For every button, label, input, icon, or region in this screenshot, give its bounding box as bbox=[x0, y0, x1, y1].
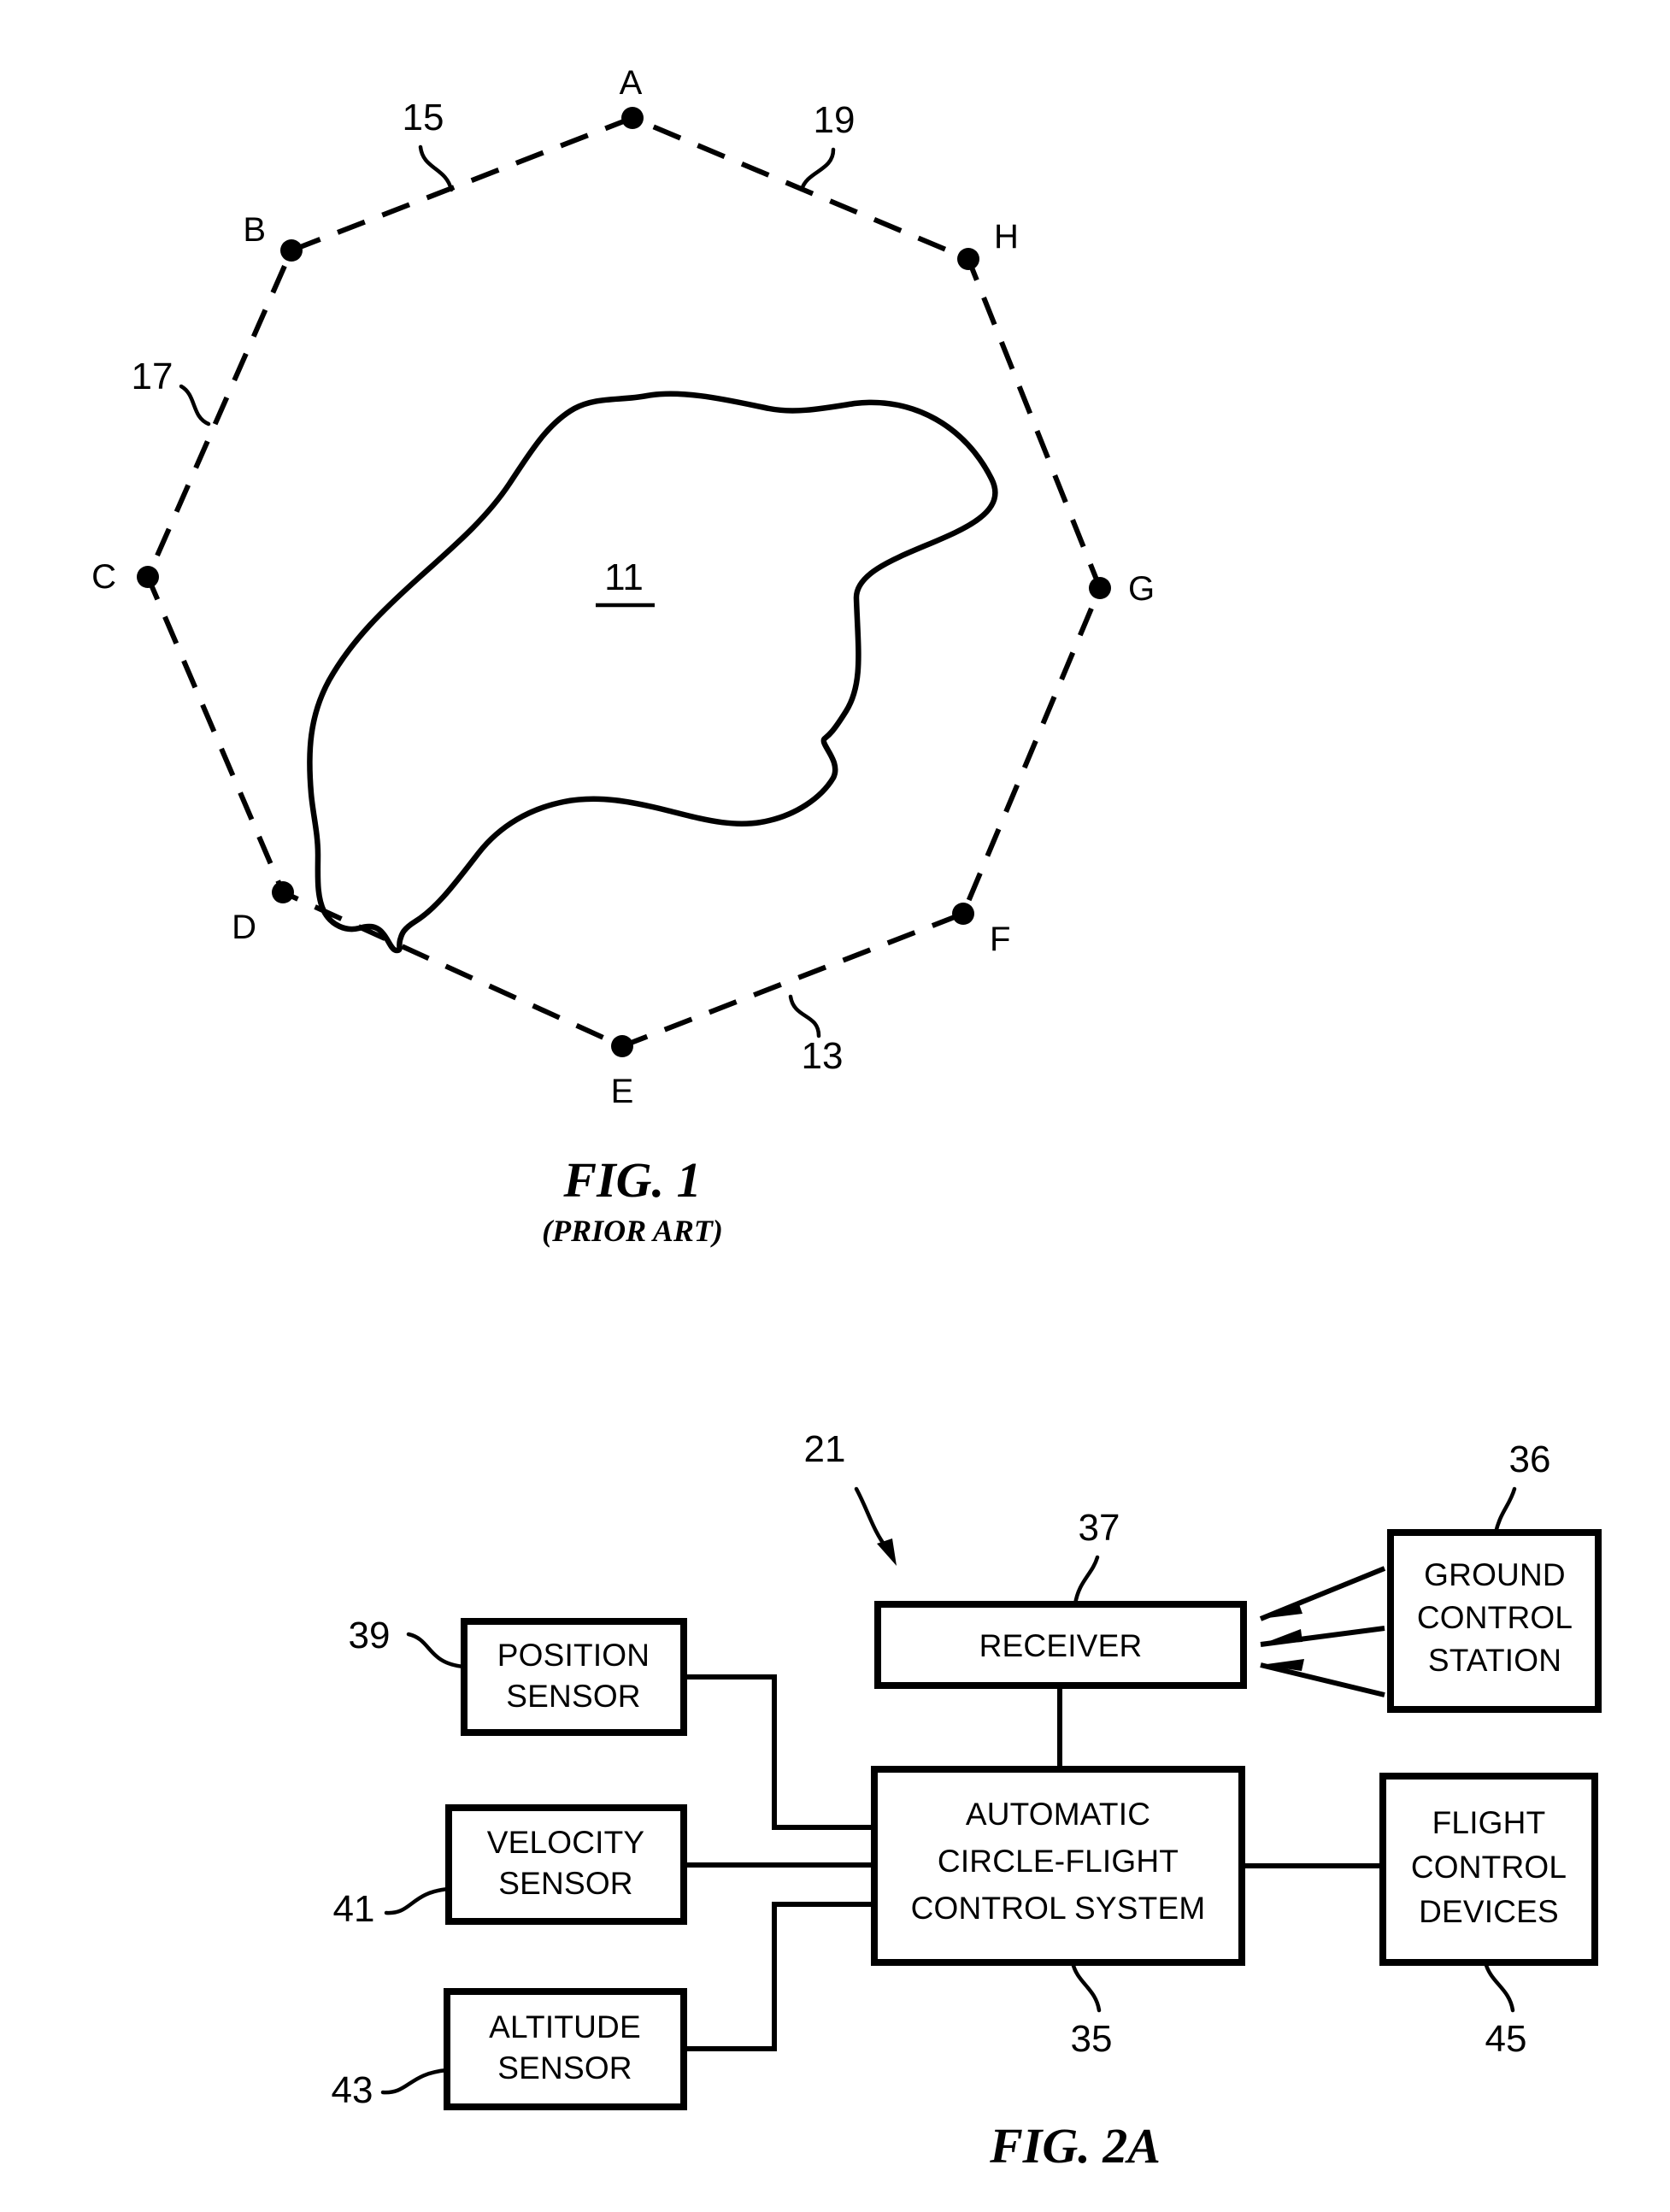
vertex-dot-f bbox=[952, 903, 974, 925]
position-sensor-label-line2: SENSOR bbox=[506, 1679, 640, 1714]
region-ref-11: 11 bbox=[604, 556, 644, 598]
rf-link-arrows bbox=[1259, 1566, 1386, 1697]
box-altitude-sensor[interactable]: ALTITUDE SENSOR bbox=[444, 1988, 687, 2110]
figure-1-subcaption: (PRIOR ART) bbox=[542, 1214, 723, 1248]
leader-35 bbox=[1070, 1960, 1102, 2013]
control-system-label-line1: AUTOMATIC bbox=[966, 1797, 1150, 1832]
figure-2a-group: POSITION SENSOR VELOCITY SENSOR ALTITUDE… bbox=[332, 1428, 1602, 2174]
leader-15 bbox=[418, 144, 454, 192]
ref-number-35: 35 bbox=[1071, 2018, 1113, 2060]
wire-position-to-control bbox=[684, 1674, 874, 1830]
figure-1-caption: FIG. 1 bbox=[562, 1152, 701, 1208]
box-position-sensor[interactable]: POSITION SENSOR bbox=[461, 1618, 687, 1736]
wire-altitude-to-control bbox=[684, 1902, 874, 2051]
leader-21 bbox=[854, 1486, 890, 1551]
segment-ref-19: 19 bbox=[814, 99, 856, 141]
ref-number-21: 21 bbox=[804, 1428, 846, 1470]
vertex-label-e: E bbox=[611, 1073, 634, 1110]
vertex-label-f: F bbox=[990, 921, 1010, 958]
vertex-dot-c bbox=[137, 566, 159, 588]
region-outline-11 bbox=[307, 391, 998, 954]
rf-arrow-2-head bbox=[1261, 1629, 1302, 1644]
ground-control-station-label-line1: GROUND bbox=[1424, 1557, 1566, 1592]
control-system-label-line2: CIRCLE-FLIGHT bbox=[938, 1844, 1179, 1879]
leader-21-arrowhead bbox=[877, 1538, 897, 1566]
ref-number-43: 43 bbox=[332, 2069, 373, 2111]
leader-39 bbox=[406, 1632, 467, 1669]
leader-37 bbox=[1073, 1555, 1100, 1607]
ground-control-station-label-line2: CONTROL bbox=[1417, 1600, 1573, 1635]
vertex-dot-d bbox=[272, 881, 294, 903]
leader-36 bbox=[1493, 1486, 1517, 1535]
box-receiver[interactable]: RECEIVER bbox=[874, 1601, 1247, 1689]
patent-drawing-sheet: A B C D E F G H 15 19 17 13 11 FIG. 1 (P… bbox=[0, 0, 1670, 2212]
velocity-sensor-label-line1: VELOCITY bbox=[487, 1825, 645, 1860]
box-velocity-sensor[interactable]: VELOCITY SENSOR bbox=[445, 1804, 687, 1925]
box-control-system[interactable]: AUTOMATIC CIRCLE-FLIGHT CONTROL SYSTEM bbox=[871, 1766, 1245, 1966]
position-sensor-label-line1: POSITION bbox=[497, 1638, 650, 1673]
flight-control-devices-label-line2: CONTROL bbox=[1411, 1850, 1567, 1885]
leader-17 bbox=[179, 384, 211, 427]
ref-number-41: 41 bbox=[333, 1888, 375, 1930]
box-flight-control-devices[interactable]: FLIGHT CONTROL DEVICES bbox=[1379, 1773, 1598, 1966]
velocity-sensor-label-line2: SENSOR bbox=[498, 1866, 632, 1901]
ref-number-45: 45 bbox=[1485, 2018, 1527, 2060]
segment-ref-17: 17 bbox=[132, 356, 173, 397]
vertex-dot-a bbox=[621, 107, 644, 129]
figure-1-group: A B C D E F G H 15 19 17 13 11 FIG. 1 (P… bbox=[91, 64, 1155, 1248]
vertex-label-a: A bbox=[620, 64, 643, 102]
vertex-label-b: B bbox=[243, 211, 266, 249]
altitude-sensor-label-line1: ALTITUDE bbox=[489, 2009, 641, 2044]
vertex-dot-e bbox=[611, 1035, 633, 1057]
vertex-label-g: G bbox=[1128, 570, 1155, 608]
segment-ref-15: 15 bbox=[403, 97, 444, 138]
leader-13 bbox=[788, 994, 821, 1038]
vertex-label-d: D bbox=[232, 909, 256, 946]
ground-control-station-label-line3: STATION bbox=[1428, 1643, 1561, 1678]
ref-number-37: 37 bbox=[1079, 1507, 1120, 1549]
vertex-dot-g bbox=[1089, 577, 1111, 599]
figures-canvas: A B C D E F G H 15 19 17 13 11 FIG. 1 (P… bbox=[91, 64, 1602, 2174]
figure-2a-caption: FIG. 2A bbox=[989, 2118, 1161, 2174]
leader-41 bbox=[384, 1886, 451, 1915]
vertex-label-h: H bbox=[994, 218, 1019, 256]
vertex-label-c: C bbox=[91, 558, 116, 596]
flight-control-devices-label-line3: DEVICES bbox=[1419, 1894, 1559, 1929]
leader-43 bbox=[380, 2068, 450, 2095]
box-ground-control-station[interactable]: GROUND CONTROL STATION bbox=[1387, 1529, 1602, 1713]
receiver-label: RECEIVER bbox=[979, 1628, 1143, 1663]
ref-number-36: 36 bbox=[1509, 1438, 1551, 1480]
flight-control-devices-label-line1: FLIGHT bbox=[1432, 1805, 1546, 1840]
altitude-sensor-label-line2: SENSOR bbox=[497, 2050, 632, 2086]
ref-number-39: 39 bbox=[349, 1615, 391, 1656]
vertex-dot-b bbox=[280, 239, 303, 262]
leader-45 bbox=[1483, 1960, 1515, 2013]
vertex-dot-h bbox=[957, 248, 979, 270]
rf-arrow-1-head bbox=[1261, 1602, 1302, 1619]
leader-19 bbox=[799, 147, 836, 192]
control-system-label-line3: CONTROL SYSTEM bbox=[911, 1891, 1206, 1926]
segment-ref-13: 13 bbox=[802, 1035, 844, 1077]
rf-arrow-3-shaft bbox=[1260, 1662, 1385, 1697]
